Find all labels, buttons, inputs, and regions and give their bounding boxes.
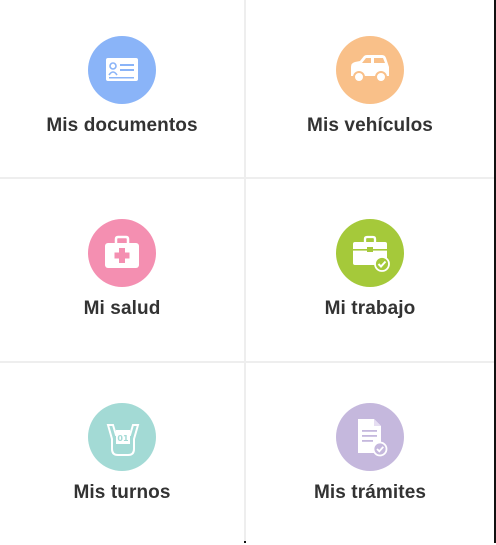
medical-kit-icon bbox=[88, 219, 156, 287]
tile-label: Mis vehículos bbox=[307, 115, 433, 136]
ticket-hand-icon: 01 bbox=[88, 403, 156, 471]
tile-label: Mis turnos bbox=[73, 482, 171, 503]
services-grid: Mis documentos Mis vehículos Mi salud Mi… bbox=[0, 0, 496, 545]
car-icon bbox=[336, 36, 404, 104]
document-check-icon bbox=[336, 403, 404, 471]
svg-text:01: 01 bbox=[117, 434, 129, 443]
tile-label: Mi salud bbox=[83, 298, 161, 319]
tile-label: Mis trámites bbox=[313, 482, 427, 503]
tile-mi-trabajo[interactable]: Mi trabajo bbox=[246, 179, 494, 361]
tile-mis-tramites[interactable]: Mis trámites bbox=[246, 363, 494, 545]
tile-mis-turnos[interactable]: 01 Mis turnos bbox=[0, 363, 244, 545]
tile-label: Mi trabajo bbox=[324, 298, 416, 319]
briefcase-check-icon bbox=[336, 219, 404, 287]
tile-label: Mis documentos bbox=[46, 115, 198, 136]
tile-mis-documentos[interactable]: Mis documentos bbox=[0, 0, 244, 177]
tile-mis-vehiculos[interactable]: Mis vehículos bbox=[246, 0, 494, 177]
tile-mi-salud[interactable]: Mi salud bbox=[0, 179, 244, 361]
id-card-icon bbox=[88, 36, 156, 104]
